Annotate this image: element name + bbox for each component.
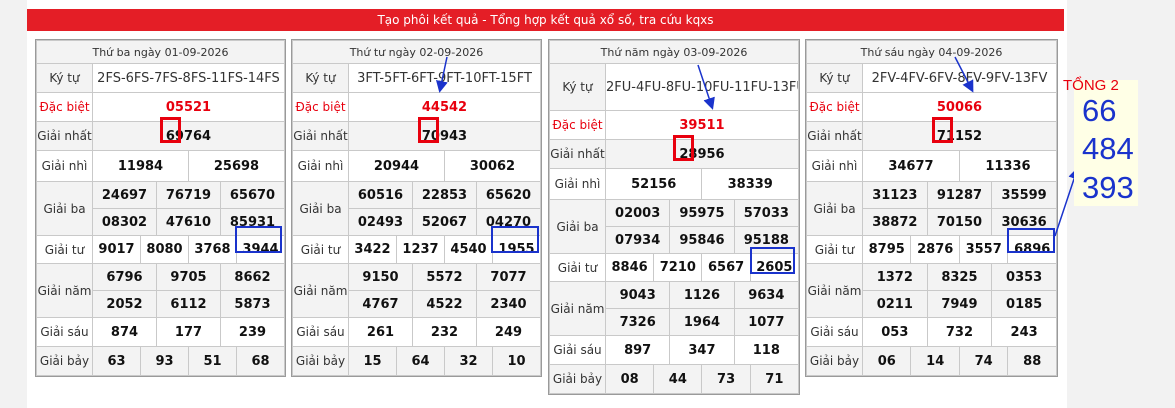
tong-label: TỔNG 2 [1063, 77, 1119, 94]
tong-value-1: 66 [1082, 93, 1117, 128]
annotation-arrows [435, 56, 1080, 237]
arrow-4 [954, 56, 974, 93]
arrow-2 [435, 56, 448, 93]
tong-value-3: 393 [1082, 170, 1134, 205]
tong-value-2: 484 [1082, 131, 1134, 166]
arrow-3 [697, 64, 715, 110]
